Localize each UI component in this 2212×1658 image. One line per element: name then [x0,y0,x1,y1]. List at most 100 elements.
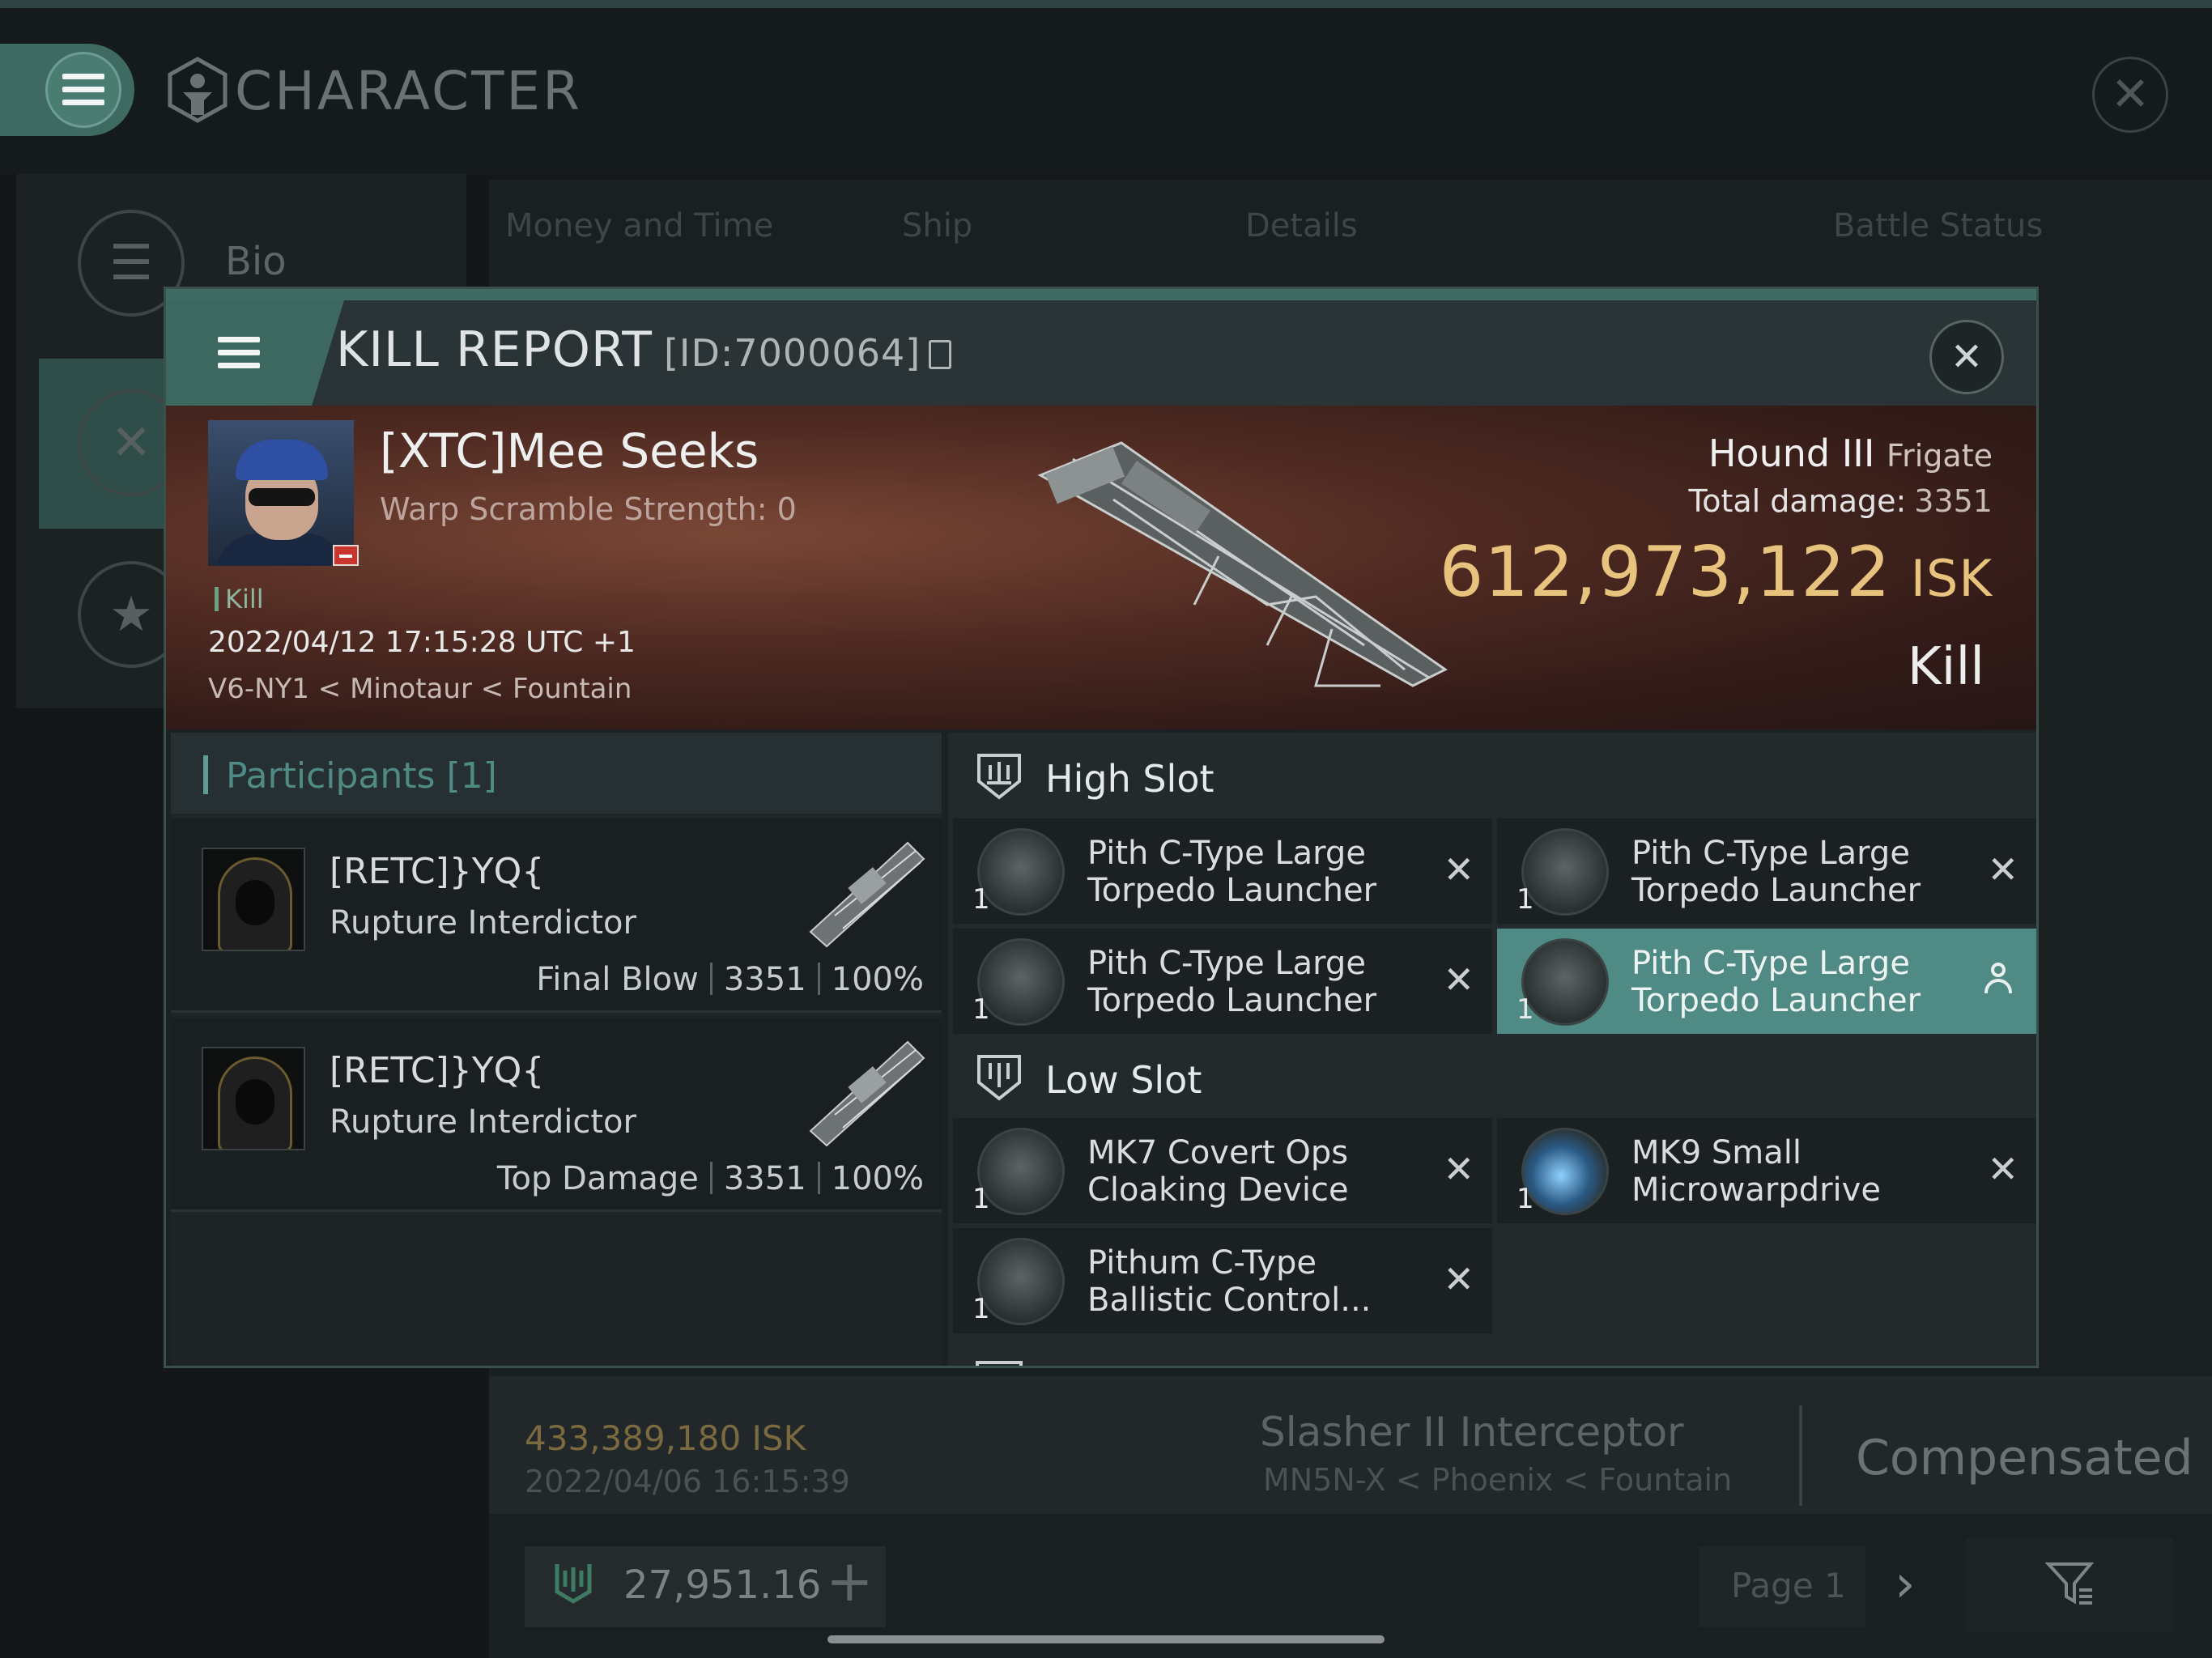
main-menu-button[interactable] [45,52,121,128]
participants-header: Participants [1] [171,733,942,814]
module-high-2[interactable]: 1 Pith C-Type Large Torpedo Launcher ✕ [1497,818,2036,924]
result-label: Kill [1907,637,1984,697]
row-status: Compensated [1856,1430,2193,1486]
isk-unit: ISK [1910,549,1993,608]
module-high-3[interactable]: 1 Pith C-Type Large Torpedo Launcher ✕ [953,929,1492,1034]
wallet-value: 27,951.16 [623,1562,822,1608]
participant-ship: Rupture Interdictor [330,904,636,942]
header-accent-bar [203,755,208,794]
module-qty: 1 [972,883,990,916]
participant-percent: 100% [831,961,924,998]
tab-ship[interactable]: Ship [902,207,972,244]
modal-accent-line [166,289,2036,300]
participant-card[interactable]: [RETC]}YQ{ Rupture Interdictor Top Damag… [171,1018,942,1212]
destroyed-icon: ✕ [1443,1147,1474,1191]
module-qty: 1 [1516,993,1534,1026]
destroyed-icon: ✕ [1443,848,1474,891]
destroyed-icon: ✕ [1987,848,2018,891]
torpedo-launcher-icon [1521,938,1609,1026]
participants-title: Participants [1] [226,755,497,797]
destroyed-icon: ✕ [1443,1257,1474,1301]
participant-ship-render [809,1040,925,1147]
low-slot-icon [977,1055,1021,1101]
high-slot-header: High Slot [948,733,2036,814]
page-label: Page 1 [1731,1566,1846,1605]
mid-slot-title: Mid Slot [1045,1358,1191,1366]
participant-damage: 3351 [723,1160,806,1197]
torpedo-launcher-icon [977,938,1065,1026]
filter-icon [2044,1562,2095,1605]
ship-class: Frigate [1887,438,1993,474]
row-ship: Slasher II Interceptor [1260,1409,1684,1456]
kill-tag: Kill [215,584,264,614]
module-qty: 1 [972,993,990,1026]
copy-icon[interactable] [929,340,952,369]
low-slot-header: Low Slot [948,1034,2036,1115]
character-icon [168,57,228,123]
participants-count: [1] [446,755,497,797]
tab-details[interactable]: Details [1245,207,1358,244]
module-high-4[interactable]: 1 Pith C-Type Large Torpedo Launcher [1497,929,2036,1034]
next-page-button[interactable]: › [1895,1554,1916,1614]
module-qty: 1 [1516,883,1534,916]
participant-role: Top Damage [496,1160,699,1197]
participant-damage: 3351 [723,961,806,998]
modal-title: KILL REPORT [ID:7000064] [336,321,952,378]
row-isk: 433,389,180 ISK [525,1418,806,1458]
total-damage-value: 3351 [1914,483,1993,519]
modal-title-text: KILL REPORT [336,321,653,378]
modal-close-button[interactable]: ✕ [1929,320,2004,394]
home-indicator [827,1635,1385,1643]
destroyed-icon: ✕ [1443,958,1474,1001]
participant-card[interactable]: [RETC]}YQ{ Rupture Interdictor Final Blo… [171,818,942,1013]
cloaking-device-icon [977,1128,1065,1215]
kill-location[interactable]: V6-NY1 < Minotaur < Fountain [208,673,632,705]
total-damage: Total damage: 3351 [1688,483,1993,519]
high-slot-title: High Slot [1045,757,1214,801]
module-name: Pith C-Type Large Torpedo Launcher [1631,945,1921,1019]
total-damage-label: Total damage: [1688,483,1907,519]
modal-menu-button[interactable] [166,300,312,406]
module-name: MK9 Small Microwarpdrive [1631,1134,1881,1209]
participant-stats: Top Damage 3351 100% [497,1160,924,1197]
participant-ship-render [809,841,925,948]
person-icon [1984,963,2012,995]
ship-render [1037,441,1448,687]
close-icon: ✕ [1950,334,1984,380]
module-qty: 1 [972,1293,990,1325]
top-accent-line [0,0,2212,8]
module-qty: 1 [972,1183,990,1215]
row-location: MN5N-X < Phoenix < Fountain [1263,1462,1733,1498]
low-slot-title: Low Slot [1045,1058,1202,1102]
tab-battle-status[interactable]: Battle Status [1833,207,2043,244]
fittings-panel: High Slot 1 Pith C-Type Large Torpedo Lau… [948,733,2036,1366]
participants-label: Participants [226,755,436,797]
victim-name[interactable]: [XTC]Mee Seeks [380,423,759,478]
sidebar-item-label: Bio [225,239,287,284]
row-date: 2022/04/06 16:15:39 [525,1464,850,1499]
module-name: Pithum C-Type Ballistic Control... [1087,1244,1372,1319]
kill-report-modal: KILL REPORT [ID:7000064] ✕ [XTC]Mee Seeks… [164,287,2039,1368]
module-low-2[interactable]: 1 MK9 Small Microwarpdrive ✕ [1497,1118,2036,1223]
app-close-button[interactable]: ✕ [2092,57,2168,133]
tab-money-time[interactable]: Money and Time [505,207,773,244]
hamburger-icon [62,74,104,106]
destroyed-icon: ✕ [1987,1147,2018,1191]
participant-name: [RETC]}YQ{ [330,1050,545,1091]
ship-name: Hound III Frigate [1708,432,1993,475]
isk-value: 612,973,122 ISK [1440,532,1993,613]
module-low-1[interactable]: 1 MK7 Covert Ops Cloaking Device ✕ [953,1118,1492,1223]
participant-percent: 100% [831,1160,924,1197]
module-high-1[interactable]: 1 Pith C-Type Large Torpedo Launcher ✕ [953,818,1492,924]
module-low-3[interactable]: 1 Pithum C-Type Ballistic Control... ✕ [953,1228,1492,1333]
row-divider [1799,1405,1802,1506]
avatar[interactable] [208,420,354,566]
module-qty: 1 [1516,1183,1534,1215]
isk-amount: 612,973,122 [1439,532,1891,613]
participant-stats: Final Blow 3351 100% [536,961,924,998]
add-funds-button[interactable]: + [826,1548,874,1614]
module-name: Pith C-Type Large Torpedo Launcher [1087,835,1377,909]
module-name: Pith C-Type Large Torpedo Launcher [1087,945,1377,1019]
torpedo-launcher-icon [1521,828,1609,916]
participant-portrait [202,848,305,951]
